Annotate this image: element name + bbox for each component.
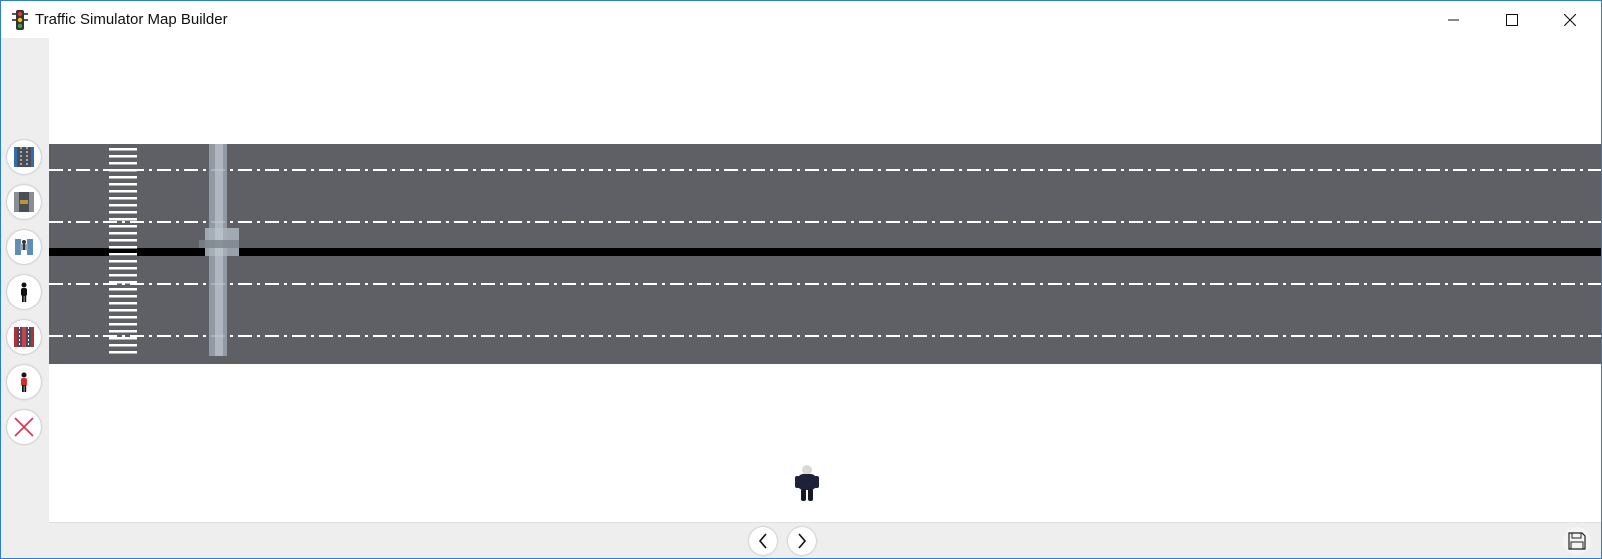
chevron-right-icon (798, 533, 807, 549)
road-intersection-tool[interactable] (7, 185, 41, 219)
maximize-button[interactable] (1483, 1, 1541, 38)
person-red-icon (21, 372, 27, 392)
close-button[interactable] (1541, 1, 1599, 38)
road-lanes-red-tool[interactable] (7, 320, 41, 354)
bottom-bar (49, 522, 1601, 558)
save-button[interactable] (1563, 527, 1591, 555)
pedestrian-figure[interactable] (793, 464, 821, 502)
road-icon (14, 147, 34, 167)
next-button[interactable] (788, 527, 816, 555)
road-red-icon (14, 327, 34, 347)
maximize-icon (1506, 13, 1518, 26)
close-icon (1564, 13, 1576, 26)
save-icon (1568, 532, 1586, 550)
road-segment[interactable] (49, 144, 1601, 364)
tool-sidebar (1, 38, 49, 558)
window-title: Traffic Simulator Map Builder (35, 11, 228, 28)
previous-button[interactable] (749, 527, 777, 555)
pedestrian-tool[interactable] (7, 275, 41, 309)
overpass-icon (15, 239, 33, 255)
map-canvas[interactable] (49, 38, 1601, 522)
road-crossing-icon (14, 192, 34, 212)
title-bar: Traffic Simulator Map Builder (1, 1, 1601, 38)
delete-x-icon (14, 417, 34, 437)
median-strip (49, 248, 1601, 256)
person-icon (21, 282, 27, 302)
delete-tool[interactable] (7, 410, 41, 444)
minimize-button[interactable] (1425, 1, 1483, 38)
pedestrian-bridge-tool[interactable] (7, 230, 41, 264)
app-window: Traffic Simulator Map Builder (0, 0, 1602, 559)
chevron-left-icon (758, 533, 767, 549)
pedestrian-red-tool[interactable] (7, 365, 41, 399)
road-lanes-tool[interactable] (7, 140, 41, 174)
traffic-light-icon (12, 10, 28, 30)
minimize-icon (1448, 19, 1459, 20)
